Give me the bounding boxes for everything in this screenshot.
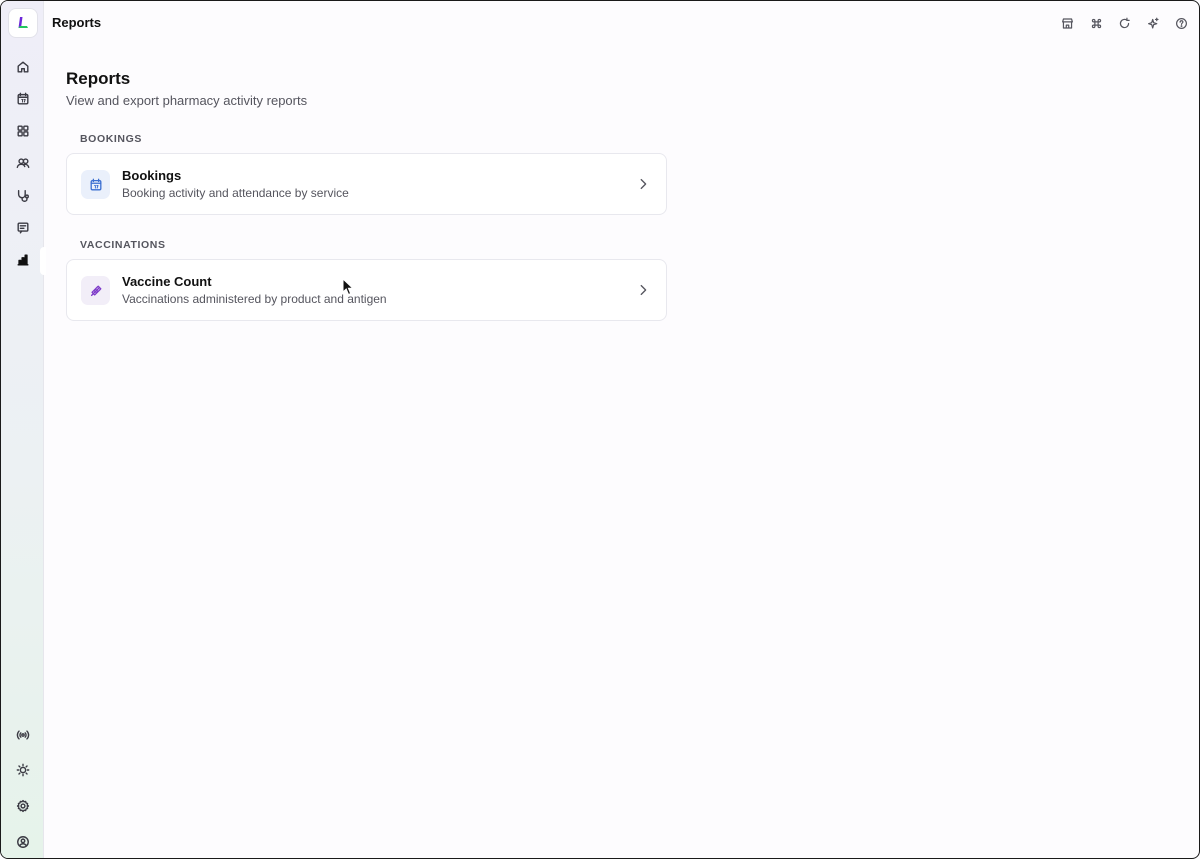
sidebar xyxy=(1,1,46,858)
calendar-icon[interactable] xyxy=(13,89,33,109)
sun-icon[interactable] xyxy=(13,760,33,780)
grid-icon[interactable] xyxy=(13,121,33,141)
section-label-vaccinations: VACCINATIONS xyxy=(80,239,166,251)
chevron-right-icon xyxy=(636,283,650,297)
settings-icon[interactable] xyxy=(13,796,33,816)
message-icon[interactable] xyxy=(13,218,33,238)
report-card-bookings[interactable]: Bookings Booking activity and attendance… xyxy=(66,153,667,215)
card-title: Bookings xyxy=(122,168,182,183)
home-icon[interactable] xyxy=(13,57,33,77)
page-title: Reports xyxy=(66,69,131,88)
help-icon[interactable] xyxy=(1173,15,1190,32)
header-title: Reports xyxy=(52,15,102,30)
calendar-icon xyxy=(81,170,110,199)
refresh-icon[interactable] xyxy=(1116,15,1133,32)
stethoscope-icon[interactable] xyxy=(13,186,33,206)
chevron-right-icon xyxy=(636,177,650,191)
store-icon[interactable] xyxy=(1059,15,1076,32)
account-icon[interactable] xyxy=(13,832,33,852)
page-subtitle: View and export pharmacy activity report… xyxy=(66,93,308,108)
bar-chart-icon[interactable] xyxy=(13,250,33,270)
syringe-icon xyxy=(81,276,110,305)
mouse-cursor-icon xyxy=(342,278,354,296)
report-card-vaccine-count[interactable]: Vaccine Count Vaccinations administered … xyxy=(66,259,667,321)
active-nav-indicator xyxy=(40,247,46,275)
users-icon[interactable] xyxy=(13,153,33,173)
card-title: Vaccine Count xyxy=(122,274,212,289)
app-logo[interactable] xyxy=(9,9,37,37)
sparkle-icon[interactable] xyxy=(1145,15,1162,32)
app-window: Reports Reports View and export pharmacy… xyxy=(0,0,1200,859)
broadcast-icon[interactable] xyxy=(13,725,33,745)
card-description: Booking activity and attendance by servi… xyxy=(122,186,349,200)
section-label-bookings: BOOKINGS xyxy=(80,133,142,145)
command-icon[interactable] xyxy=(1088,15,1105,32)
logo-icon xyxy=(18,17,28,28)
